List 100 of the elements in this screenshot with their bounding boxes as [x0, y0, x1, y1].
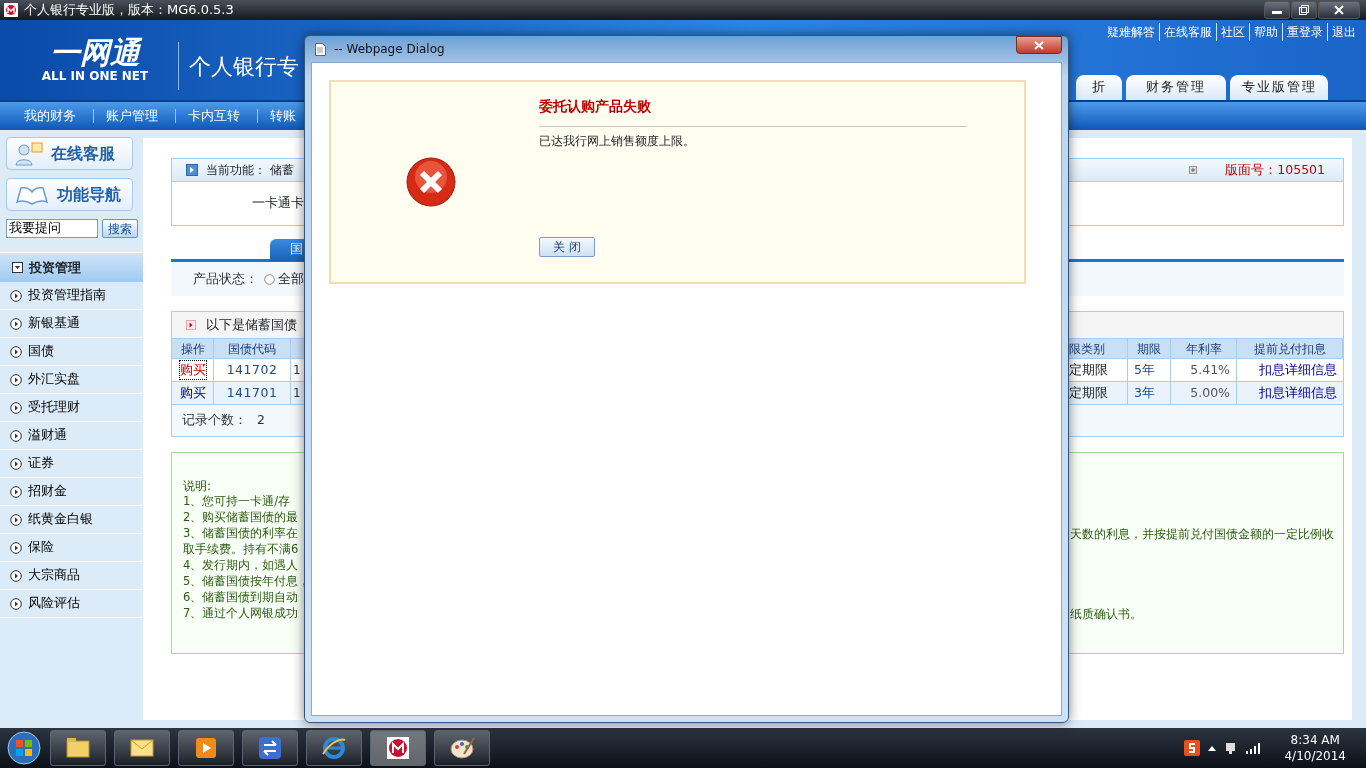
- arrow-box-icon: [186, 164, 198, 176]
- flag-icon: [186, 320, 196, 330]
- taskbar-app[interactable]: [370, 730, 426, 766]
- header-link[interactable]: 重登录: [1283, 23, 1328, 41]
- chevron-up-icon[interactable]: [1208, 745, 1217, 751]
- search-button[interactable]: 搜索: [102, 219, 138, 238]
- play-circle-icon: [10, 317, 22, 330]
- sidebar-button[interactable]: 功能导航: [6, 178, 133, 211]
- notes-text: 7、通过个人网银成功: [183, 605, 299, 623]
- radio-button[interactable]: [264, 273, 275, 285]
- notes-text: 3、储蓄国债的利率在: [183, 525, 299, 543]
- header-tab[interactable]: 财务管理: [1126, 75, 1226, 100]
- document-icon: [315, 42, 326, 56]
- error-icon: [406, 157, 456, 207]
- signal-bars-icon[interactable]: [1246, 742, 1263, 754]
- notes-text: 5、储蓄国债按年付息，: [183, 573, 311, 591]
- nav-link[interactable]: 卡内互转: [176, 109, 258, 123]
- plus-icon: [1189, 166, 1198, 174]
- error-message: 已达我行网上销售额度上限。: [539, 133, 696, 150]
- nav-link[interactable]: 账户管理: [94, 109, 176, 123]
- browser-icon: [320, 734, 348, 762]
- buy-link[interactable]: 购买: [179, 383, 206, 403]
- table-header: 期限: [1128, 339, 1171, 358]
- window-title: 个人银行专业版，版本：MG6.0.5.3: [24, 1, 234, 20]
- bank-logo-icon: [4, 3, 18, 17]
- notes-text: 2、购买储蓄国债的最: [183, 509, 299, 527]
- person-icon: [15, 141, 43, 166]
- table-cell: 141702: [214, 359, 291, 381]
- play-circle-icon: [10, 513, 22, 526]
- header-link[interactable]: 在线客服: [1160, 23, 1217, 41]
- start-orb-icon[interactable]: [6, 730, 42, 766]
- play-circle-icon: [10, 401, 22, 414]
- table-header: 提前兑付扣息: [1237, 339, 1343, 358]
- table-cell: 5.41%: [1171, 359, 1237, 381]
- taskbar-app[interactable]: [434, 730, 490, 766]
- minimize-button[interactable]: [1264, 1, 1290, 19]
- taskbar-app[interactable]: [306, 730, 362, 766]
- logo-subtitle: ALL IN ONE NET: [41, 69, 149, 83]
- radio-label[interactable]: 全部: [278, 269, 304, 289]
- table-cell: 5年: [1128, 359, 1171, 381]
- close-button[interactable]: [1318, 1, 1360, 19]
- taskbar-app[interactable]: [242, 730, 298, 766]
- dialog-close-button[interactable]: [1016, 36, 1062, 54]
- taskbar-app[interactable]: [114, 730, 170, 766]
- table-header: 国债代码: [214, 339, 291, 358]
- header-link[interactable]: 退出: [1328, 23, 1360, 41]
- close-dialog-button[interactable]: 关 闭: [539, 237, 595, 257]
- table-header: 年利率: [1171, 339, 1237, 358]
- play-circle-icon: [10, 373, 22, 386]
- bank-logo-icon: [384, 734, 412, 762]
- play-circle-icon: [10, 541, 22, 554]
- play-circle-icon: [10, 485, 22, 498]
- table-cell: 5.00%: [1171, 382, 1237, 404]
- header-link[interactable]: 帮助: [1250, 23, 1283, 41]
- notes-text: 取手续费。持有不满6: [183, 541, 299, 559]
- filter-label: 产品状态：: [193, 269, 258, 288]
- sidebar-button[interactable]: 在线客服: [6, 137, 133, 170]
- buy-link[interactable]: 购买: [179, 360, 206, 380]
- s-logo-icon[interactable]: [1184, 740, 1201, 756]
- sidebar-section-header[interactable]: 投资管理: [0, 252, 143, 282]
- product-tab[interactable]: 国: [270, 238, 304, 261]
- notes-title: 说明:: [183, 478, 212, 495]
- record-count: 记录个数： 2: [182, 411, 265, 430]
- table-cell: 3年: [1128, 382, 1171, 404]
- play-circle-icon: [10, 429, 22, 442]
- card-text: 一卡通卡: [252, 194, 304, 213]
- restore-icon: [1299, 5, 1309, 15]
- header-tab[interactable]: 折: [1076, 75, 1122, 100]
- notes-text: 天数的利息，并按提前兑付国债金额的一定比例收: [1070, 526, 1334, 543]
- play-circle-icon: [10, 457, 22, 470]
- detail-link[interactable]: 扣息详细信息: [1259, 383, 1337, 403]
- table-header: 操作: [172, 339, 214, 358]
- notes-text: 1、您可持一卡通/存: [183, 493, 291, 511]
- header-tab[interactable]: 专业版管理: [1230, 75, 1328, 100]
- notes-text: 纸质确认书。: [1070, 606, 1142, 623]
- search-field[interactable]: 我要提问: [6, 219, 98, 238]
- nav-link[interactable]: 我的财务: [12, 109, 94, 123]
- play-circle-icon: [10, 597, 22, 610]
- collapse-icon[interactable]: [12, 262, 23, 273]
- taskbar-app[interactable]: [50, 730, 106, 766]
- detail-link[interactable]: 扣息详细信息: [1259, 360, 1337, 380]
- close-icon: [1334, 5, 1344, 15]
- page-number: 版面号：105501: [1225, 160, 1325, 179]
- arrows-icon: [256, 734, 284, 762]
- current-function: 当前功能： 储蓄: [206, 162, 294, 179]
- play-circle-icon: [10, 345, 22, 358]
- list-title: 以下是储蓄国债: [206, 315, 297, 334]
- header-link[interactable]: 疑难解答: [1103, 23, 1160, 41]
- notes-text: 4、发行期内，如遇人: [183, 557, 299, 575]
- error-heading: 委托认购产品失败: [539, 96, 967, 127]
- table-cell: 141701: [214, 382, 291, 404]
- play-circle-icon: [10, 289, 22, 302]
- play-circle-icon: [10, 569, 22, 582]
- header-link[interactable]: 社区: [1217, 23, 1250, 41]
- taskbar-app[interactable]: [178, 730, 234, 766]
- clock[interactable]: 8:34 AM 4/10/2014: [1284, 732, 1346, 764]
- close-icon: [1034, 40, 1044, 50]
- notes-text: 6、储蓄国债到期自动: [183, 589, 299, 607]
- maximize-button[interactable]: [1291, 1, 1317, 19]
- dialog-title: -- Webpage Dialog: [334, 41, 445, 58]
